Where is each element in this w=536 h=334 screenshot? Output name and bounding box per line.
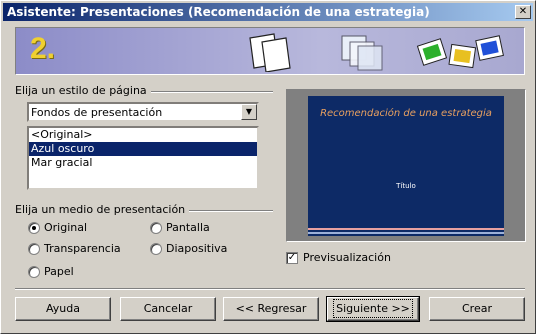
cancel-button[interactable]: Cancelar	[120, 297, 216, 321]
page-style-combo-value: Fondos de presentación	[31, 106, 163, 119]
slide-decor-line	[308, 232, 504, 234]
pages-icon	[249, 33, 291, 72]
list-item[interactable]: Mar gracial	[29, 156, 257, 170]
color-slides-icon	[416, 35, 504, 69]
radio-dot[interactable]	[150, 243, 162, 255]
close-button[interactable]: ✕	[515, 5, 531, 19]
radio-label: Original	[44, 221, 88, 234]
radio-dot[interactable]	[28, 266, 40, 278]
page-style-combobox[interactable]: Fondos de presentación ▼	[27, 102, 259, 122]
page-style-group-label: Elija un estilo de página	[15, 84, 151, 97]
chevron-down-icon[interactable]: ▼	[241, 104, 257, 120]
page-style-list[interactable]: <Original> Azul oscuro Mar gracial	[27, 126, 259, 190]
next-button-label: Siguiente >>	[333, 299, 413, 318]
radio-dot[interactable]	[150, 222, 162, 234]
preview-checkbox[interactable]: ✓	[286, 252, 298, 264]
slide-subtitle: Título	[396, 182, 416, 190]
list-item-selected[interactable]: Azul oscuro	[29, 142, 257, 156]
wizard-banner: 2.	[15, 27, 525, 75]
slide-preview: Recomendación de una estrategia Título	[308, 96, 504, 236]
wizard-window: Asistente: Presentaciones (Recomendación…	[0, 0, 536, 334]
list-item[interactable]: <Original>	[29, 128, 257, 142]
next-button[interactable]: Siguiente >>	[326, 296, 420, 322]
cancel-button-label: Cancelar	[143, 302, 193, 315]
title-bar: Asistente: Presentaciones (Recomendación…	[3, 3, 533, 21]
help-button-label: Ayuda	[46, 302, 80, 315]
radio-label: Transparencia	[44, 242, 121, 255]
layered-pages-icon	[341, 35, 383, 71]
radio-dot[interactable]	[28, 243, 40, 255]
create-button-label: Crear	[462, 302, 492, 315]
back-button[interactable]: << Regresar	[223, 297, 319, 321]
slide-decor-line	[308, 228, 504, 230]
radio-label: Papel	[44, 265, 74, 278]
medium-group-label: Elija un medio de presentación	[15, 203, 190, 216]
slide-title: Recomendación de una estrategia	[320, 108, 492, 119]
preview-checkbox-label: Previsualización	[303, 251, 391, 264]
create-button[interactable]: Crear	[429, 297, 525, 321]
radio-dot[interactable]	[28, 222, 40, 234]
radio-label: Diapositiva	[166, 242, 228, 255]
help-button[interactable]: Ayuda	[15, 297, 111, 321]
back-button-label: << Regresar	[235, 302, 307, 315]
step-number: 2.	[30, 32, 56, 65]
preview-panel: Recomendación de una estrategia Título	[286, 89, 526, 242]
separator	[15, 288, 525, 290]
window-title: Asistente: Presentaciones (Recomendación…	[7, 5, 430, 19]
radio-label: Pantalla	[166, 221, 210, 234]
